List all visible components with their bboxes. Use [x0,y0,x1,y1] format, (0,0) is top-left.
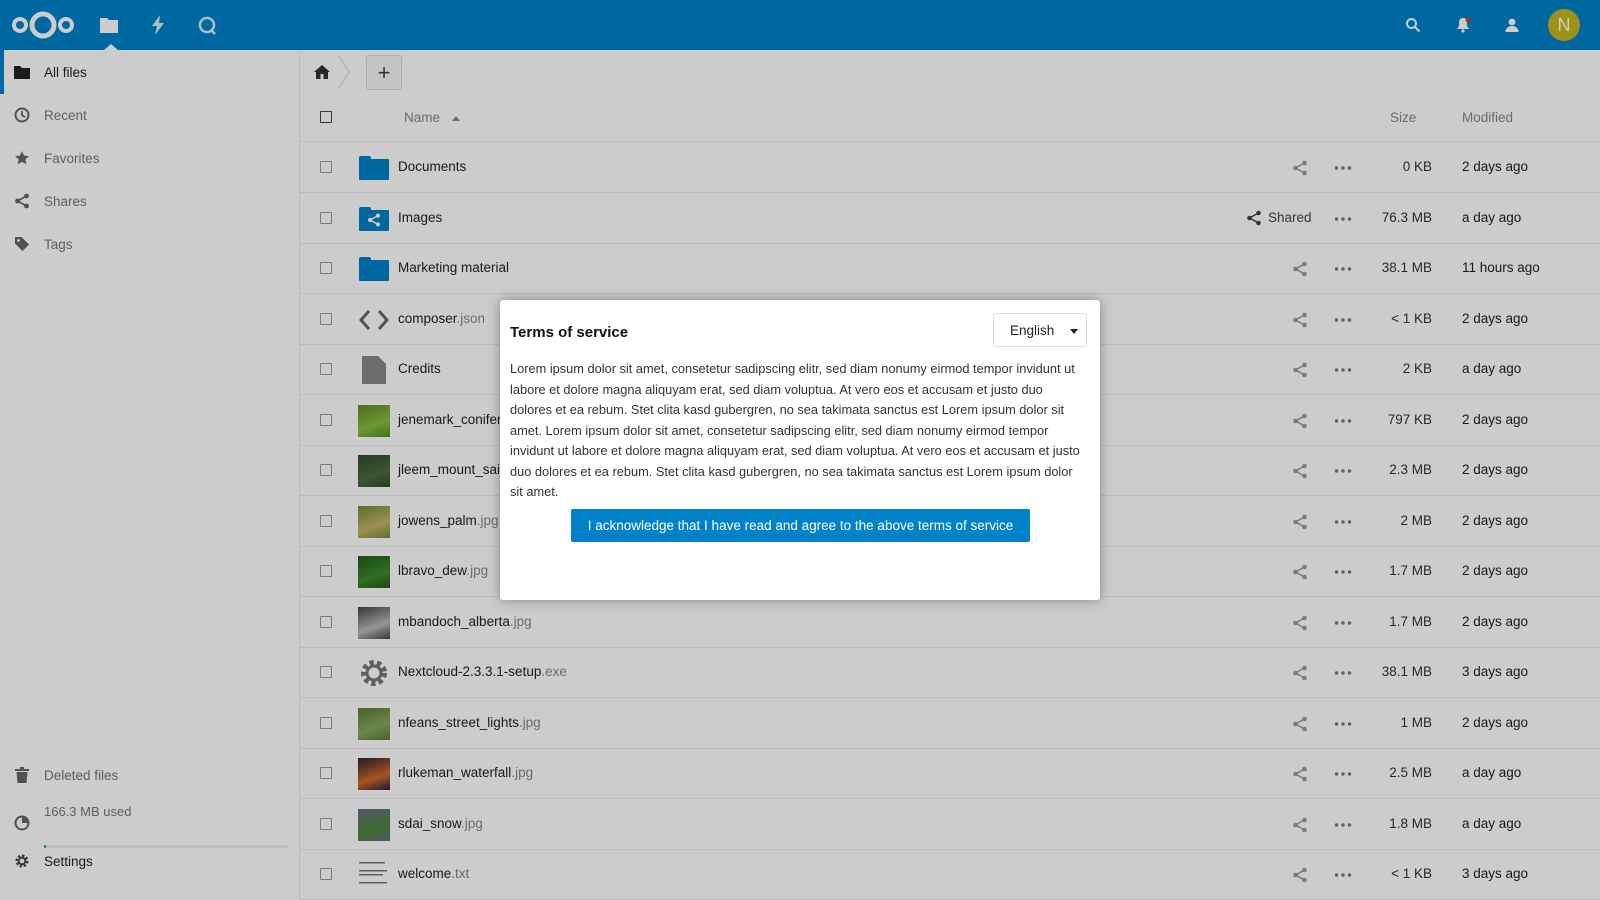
terms-of-service-dialog: Terms of service English Lorem ipsum dol… [500,300,1100,600]
terms-body-text: Lorem ipsum dolor sit amet, consetetur s… [510,361,1080,499]
language-selected-value: English [1010,323,1055,338]
caret-down-icon [1070,329,1078,334]
acknowledge-terms-button[interactable]: I acknowledge that I have read and agree… [571,509,1030,542]
language-select[interactable]: English [993,313,1087,347]
dialog-title: Terms of service [510,324,629,341]
